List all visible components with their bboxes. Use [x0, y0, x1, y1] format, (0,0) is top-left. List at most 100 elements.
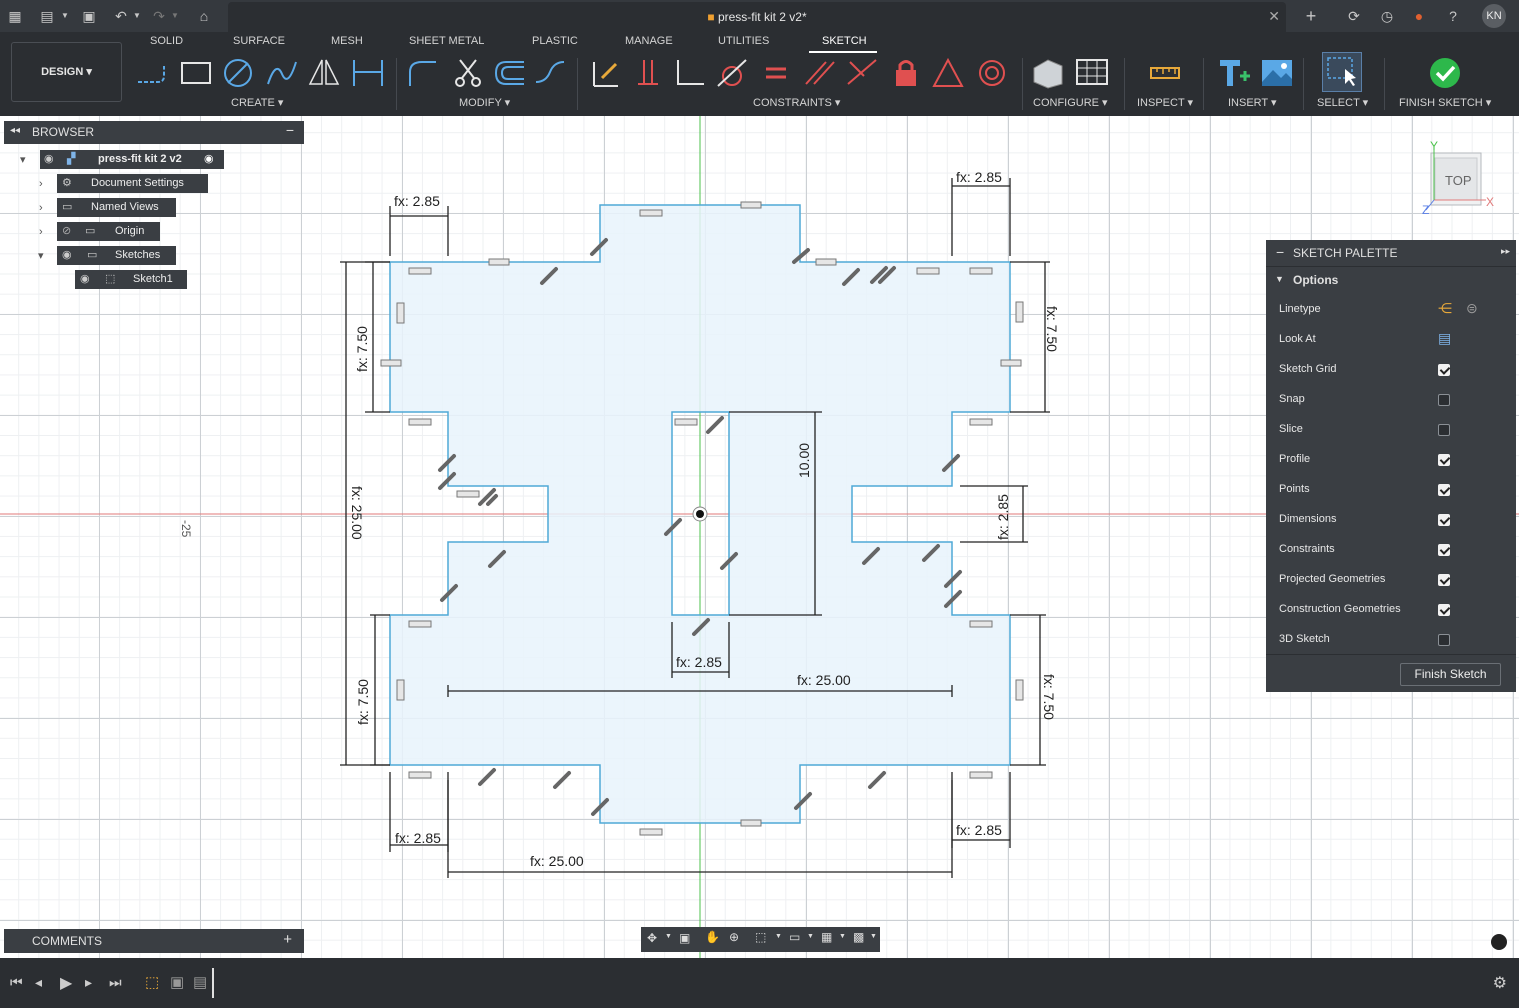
construction-line-icon[interactable]: ⋲	[1438, 300, 1452, 317]
refresh-icon[interactable]: ⟳	[1345, 7, 1363, 25]
dim-left-lower[interactable]: fx: 7.50	[355, 679, 371, 725]
rectangle-tool-icon[interactable]	[178, 56, 214, 90]
tab-surface[interactable]: SURFACE	[233, 35, 285, 47]
apps-grid-icon[interactable]: ▦	[6, 7, 24, 25]
chevron-down-icon[interactable]: ▼	[665, 933, 672, 940]
step-back-icon[interactable]: ◂	[35, 974, 42, 991]
slice-checkbox[interactable]	[1438, 424, 1450, 436]
finish-sketch-check-icon[interactable]	[1427, 56, 1463, 90]
orbit-icon[interactable]: ✥	[647, 931, 657, 945]
insert-derive-icon[interactable]	[1216, 56, 1252, 90]
gear-icon[interactable]: ⚙	[1493, 973, 1507, 993]
inspect-menu[interactable]: INSPECT ▾	[1137, 96, 1193, 109]
comments-panel[interactable]: COMMENTS +	[4, 929, 304, 953]
offset-tool-icon[interactable]	[492, 56, 528, 90]
triangle-icon[interactable]	[930, 56, 966, 90]
browser-node-sketches[interactable]: ◉ ▭ Sketches	[57, 246, 176, 265]
expand-icon[interactable]: ▸▸	[1501, 246, 1510, 257]
tab-mesh[interactable]: MESH	[331, 35, 363, 47]
dim-right-lower[interactable]: fx: 7.50	[1041, 674, 1057, 720]
concentric-icon[interactable]	[974, 56, 1010, 90]
browser-node-named-views[interactable]: ▭ Named Views	[57, 198, 176, 217]
dim-bottom-left[interactable]: fx: 2.85	[395, 830, 441, 846]
eye-icon[interactable]: ◉	[80, 270, 90, 289]
clock-icon[interactable]: ◷	[1378, 7, 1396, 25]
radio-active-icon[interactable]: ◉	[204, 150, 214, 169]
step-forward-icon[interactable]: ▸	[85, 974, 92, 991]
dim-left-total[interactable]: fx: 25.00	[349, 486, 365, 540]
display-settings-icon[interactable]: ▭	[789, 930, 800, 944]
chevron-down-icon[interactable]: ▼	[775, 933, 782, 940]
chevron-down-icon[interactable]: ▼	[1275, 274, 1284, 284]
fillet-tool-icon[interactable]	[404, 56, 440, 90]
eye-icon[interactable]: ◉	[62, 246, 72, 265]
constraints-menu[interactable]: CONSTRAINTS ▾	[753, 96, 840, 109]
coincident-icon[interactable]	[630, 56, 666, 90]
create-menu[interactable]: CREATE ▾	[231, 96, 283, 109]
fit-window-icon[interactable]: ⬚	[755, 930, 766, 944]
dim-bottom-span[interactable]: fx: 25.00	[530, 853, 584, 869]
timeline-sketch-icon[interactable]: ⬚	[145, 973, 159, 991]
minimize-icon[interactable]: −	[1276, 244, 1284, 260]
dimensions-checkbox[interactable]	[1438, 514, 1450, 526]
tab-sheet-metal[interactable]: SHEET METAL	[409, 35, 484, 47]
chevron-down-icon[interactable]: ▼	[166, 7, 184, 25]
parallel-icon[interactable]	[802, 56, 838, 90]
select-menu[interactable]: SELECT ▾	[1317, 96, 1368, 109]
projected-geometries-checkbox[interactable]	[1438, 574, 1450, 586]
tab-manage[interactable]: MANAGE	[625, 35, 673, 47]
finish-sketch-menu[interactable]: FINISH SKETCH ▾	[1399, 96, 1491, 109]
eye-icon[interactable]: ◉	[44, 150, 54, 169]
zoom-icon[interactable]: ⊕	[729, 930, 739, 944]
constraints-checkbox[interactable]	[1438, 544, 1450, 556]
timeline-feature-icon[interactable]: ▣	[170, 973, 184, 991]
lock-icon[interactable]	[888, 56, 924, 90]
help-icon[interactable]: ?	[1444, 7, 1462, 25]
eye-hidden-icon[interactable]: ⊘	[62, 222, 71, 241]
minimize-icon[interactable]: −	[286, 122, 294, 138]
conic-curve-icon[interactable]	[532, 56, 568, 90]
dim-center-height[interactable]: 10.00	[796, 443, 812, 478]
chevron-down-icon[interactable]: ▾	[38, 249, 44, 262]
collinear-icon[interactable]	[844, 56, 880, 90]
close-icon[interactable]: ✕	[1268, 8, 1280, 25]
dim-left-upper[interactable]: fx: 7.50	[354, 326, 370, 372]
insert-menu[interactable]: INSERT ▾	[1228, 96, 1277, 109]
measure-icon[interactable]	[1147, 56, 1183, 90]
palette-section-options[interactable]: Options	[1293, 273, 1338, 287]
dim-top-right[interactable]: fx: 2.85	[956, 169, 1002, 185]
avatar[interactable]: KN	[1482, 4, 1506, 28]
grid-settings-icon[interactable]: ▦	[821, 930, 832, 944]
home-icon[interactable]: ⌂	[195, 7, 213, 25]
tab-utilities[interactable]: UTILITIES	[718, 35, 769, 47]
pan-hand-icon[interactable]: ✋	[705, 930, 720, 944]
modify-menu[interactable]: MODIFY ▾	[459, 96, 510, 109]
go-to-end-icon[interactable]: ⏭	[109, 974, 122, 991]
go-to-start-icon[interactable]: ⏮	[10, 974, 23, 991]
chevron-down-icon[interactable]: ▼	[128, 7, 146, 25]
chevron-right-icon[interactable]: ›	[39, 178, 43, 190]
browser-node-sketch1[interactable]: ◉ ⬚ Sketch1	[75, 270, 187, 289]
3d-sketch-checkbox[interactable]	[1438, 634, 1450, 646]
dim-center-span[interactable]: fx: 25.00	[797, 672, 851, 688]
dim-right-slot[interactable]: fx: 2.85	[995, 494, 1011, 540]
equal-icon[interactable]	[758, 56, 794, 90]
line-tool-icon[interactable]	[134, 56, 170, 90]
dropdown-corner-icon[interactable]	[1491, 934, 1507, 950]
bell-icon[interactable]: ●	[1410, 7, 1428, 25]
look-at-icon[interactable]: ▣	[679, 931, 690, 945]
mirror-tool-icon[interactable]	[306, 56, 342, 90]
browser-node-document-settings[interactable]: ⚙ Document Settings	[57, 174, 208, 193]
perpendicular-icon[interactable]	[672, 56, 708, 90]
browser-panel-header[interactable]: ◂◂ BROWSER −	[4, 121, 304, 144]
file-icon[interactable]: ▤	[38, 7, 56, 25]
timeline-marker[interactable]	[212, 968, 214, 998]
browser-root-node[interactable]: ◉ ▞ press-fit kit 2 v2 ◉	[40, 150, 224, 169]
spline-tool-icon[interactable]	[264, 56, 300, 90]
trim-scissors-icon[interactable]	[450, 56, 486, 90]
select-window-icon[interactable]	[1322, 52, 1362, 92]
chevron-right-icon[interactable]: ›	[39, 202, 43, 214]
tab-solid[interactable]: SOLID	[150, 35, 183, 47]
document-tab[interactable]: ■ press-fit kit 2 v2* ✕	[228, 2, 1286, 32]
snap-checkbox[interactable]	[1438, 394, 1450, 406]
